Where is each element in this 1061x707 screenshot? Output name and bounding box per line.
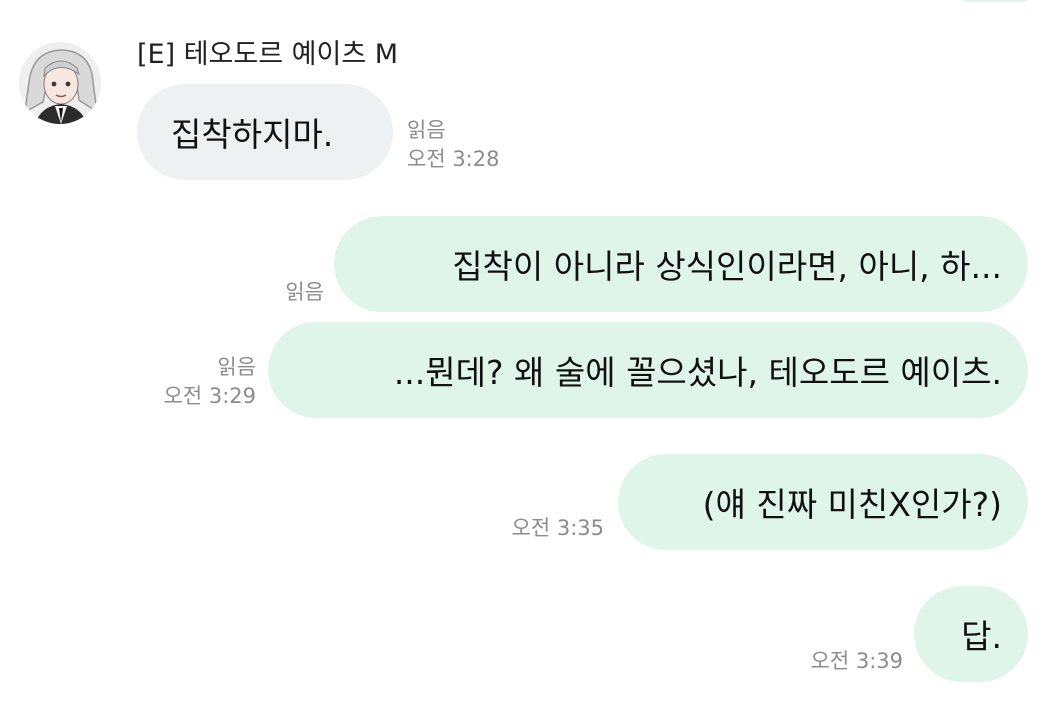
previous-message-bubble-edge — [955, 0, 1035, 2]
avatar-portrait-icon — [19, 42, 101, 124]
message-time: 오전 3:35 — [511, 516, 604, 540]
message-bubble-outgoing[interactable]: ...뭔데? 왜 술에 꼴으셨나, 테오도르 예이츠. — [268, 322, 1028, 418]
read-receipt: 읽음 — [407, 118, 446, 142]
message-text: ...뭔데? 왜 술에 꼴으셨나, 테오도르 예이츠. — [393, 353, 1002, 392]
sender-name: [E] 테오도르 예이츠 M — [137, 39, 399, 70]
message-bubble-outgoing[interactable]: (얘 진짜 미친X인가?) — [618, 454, 1028, 550]
message-meta: 읽음 — [285, 278, 324, 307]
read-receipt: 읽음 — [285, 280, 324, 304]
message-meta: 읽음 오전 3:28 — [407, 116, 499, 174]
message-text: 답. — [961, 617, 1002, 656]
message-bubble-outgoing[interactable]: 집착이 아니라 상식인이라면, 아니, 하... — [334, 216, 1028, 312]
message-meta: 오전 3:35 — [512, 514, 604, 543]
message-text: 집착하지마. — [171, 115, 334, 154]
message-text: 집착이 아니라 상식인이라면, 아니, 하... — [452, 247, 1002, 286]
message-bubble-incoming[interactable]: 집착하지마. — [137, 84, 393, 180]
read-receipt: 읽음 — [217, 355, 256, 379]
message-time: 오전 3:28 — [407, 147, 500, 171]
message-bubble-outgoing[interactable]: 답. — [914, 586, 1028, 682]
message-time: 오전 3:29 — [163, 384, 256, 408]
message-time: 오전 3:39 — [810, 649, 903, 673]
message-meta: 읽음 오전 3:29 — [164, 353, 256, 411]
message-text: (얘 진짜 미친X인가?) — [702, 485, 1002, 524]
message-meta: 오전 3:39 — [811, 647, 903, 676]
sender-avatar[interactable] — [19, 42, 101, 124]
